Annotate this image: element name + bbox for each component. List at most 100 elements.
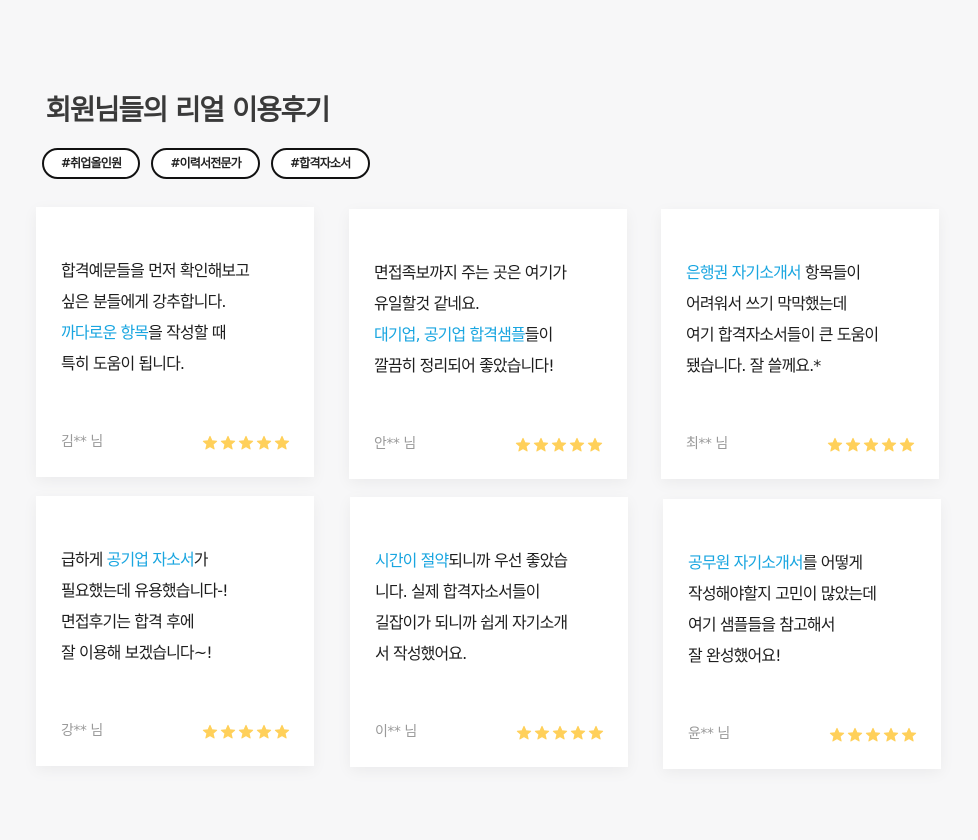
review-line: 대기업, 공기업 합격샘플들이 [374, 319, 616, 350]
star-rating [827, 437, 915, 453]
review-segment: 급하게 [61, 550, 107, 569]
review-line: 은행권 자기소개서 항목들이 [686, 257, 928, 288]
review-line: 작성해야할지 고민이 많았는데 [688, 578, 930, 609]
star-icon [588, 725, 604, 740]
review-highlight: 공무원 자기소개서 [688, 553, 804, 572]
star-icon [552, 725, 568, 740]
review-highlight: 대기업, 공기업 합격샘플 [374, 325, 526, 344]
review-author: 윤** 님 [688, 726, 730, 742]
review-segment: 잘 이용해 보겠습니다~! [61, 643, 213, 662]
star-rating [516, 725, 604, 741]
review-segment: 유일할것 같네요. [374, 294, 480, 313]
star-icon [827, 437, 843, 452]
review-line: 서 작성했어요. [375, 638, 617, 669]
review-line: 유일할것 같네요. [374, 288, 616, 319]
star-icon [274, 435, 290, 450]
star-icon [238, 724, 254, 739]
review-text: 은행권 자기소개서 항목들이 어려워서 쓰기 막막했는데 여기 합격자소서들이 큰 … [686, 257, 928, 381]
review-text: 시간이 절약되니까 우선 좋았습니다. 실제 합격자소서들이길잡이가 되니까 쉽… [375, 545, 617, 669]
review-line: 니다. 실제 합격자소서들이 [375, 576, 617, 607]
review-line: 합격예문들을 먼저 확인해보고 [61, 255, 303, 286]
star-icon [551, 437, 567, 452]
review-card: 시간이 절약되니까 우선 좋았습니다. 실제 합격자소서들이길잡이가 되니까 쉽… [350, 497, 628, 767]
review-segment: 깔끔히 정리되어 좋았습니다! [374, 356, 555, 375]
review-text: 공무원 자기소개서를 어떻게 작성해야할지 고민이 많았는데여기 샘플들을 참고해… [688, 547, 930, 671]
review-segment: 여기 샘플들을 참고해서 [688, 615, 835, 634]
star-icon [865, 727, 881, 742]
review-text: 합격예문들을 먼저 확인해보고싶은 분들에게 강추합니다. 까다로운 항목을 작성… [61, 255, 303, 379]
review-segment: 가 [193, 550, 209, 569]
star-icon [256, 724, 272, 739]
star-icon [533, 437, 549, 452]
review-line: 깔끔히 정리되어 좋았습니다! [374, 350, 616, 381]
review-line: 특히 도움이 됩니다. [61, 348, 303, 379]
review-segment: 됐습니다. 잘 쓸께요.* [686, 356, 821, 375]
star-icon [220, 435, 236, 450]
star-icon [829, 727, 845, 742]
review-line: 여기 합격자소서들이 큰 도움이 [686, 319, 928, 350]
review-segment: 항목들이 [800, 263, 861, 282]
star-icon [587, 437, 603, 452]
star-icon [220, 724, 236, 739]
review-segment: 면접족보까지 주는 곳은 여기가 [374, 263, 567, 282]
review-line: 잘 이용해 보겠습니다~! [61, 637, 303, 668]
star-icon [274, 724, 290, 739]
review-card: 은행권 자기소개서 항목들이 어려워서 쓰기 막막했는데 여기 합격자소서들이 큰 … [661, 209, 939, 479]
review-card: 급하게 공기업 자소서가 필요했는데 유용했습니다-! 면접후기는 합격 후에 잘 이… [36, 496, 314, 766]
star-icon [256, 435, 272, 450]
star-icon [569, 437, 585, 452]
review-highlight: 공기업 자소서 [106, 550, 195, 569]
star-icon [202, 435, 218, 450]
star-icon [534, 725, 550, 740]
review-line: 길잡이가 되니까 쉽게 자기소개 [375, 607, 617, 638]
review-segment: 니다. 실제 합격자소서들이 [375, 582, 540, 601]
review-author: 안** 님 [374, 436, 416, 452]
review-line: 급하게 공기업 자소서가 [61, 544, 303, 575]
review-segment: 특히 도움이 됩니다. [61, 354, 185, 373]
review-line: 잘 완성했어요! [688, 640, 930, 671]
tag-list: #취업올인원 #이력서전문가 #합격자소서 [42, 148, 370, 179]
review-author: 강** 님 [61, 723, 103, 739]
tag-chip[interactable]: #이력서전문가 [151, 148, 261, 179]
review-line: 어려워서 쓰기 막막했는데 [686, 288, 928, 319]
star-icon [883, 727, 899, 742]
review-card: 면접족보까지 주는 곳은 여기가유일할것 같네요. 대기업, 공기업 합격샘플들이… [349, 209, 627, 479]
review-highlight: 시간이 절약 [375, 551, 449, 570]
review-line: 싶은 분들에게 강추합니다. [61, 286, 303, 317]
star-icon [901, 727, 917, 742]
review-highlight: 은행권 자기소개서 [686, 263, 802, 282]
review-text: 급하게 공기업 자소서가 필요했는데 유용했습니다-! 면접후기는 합격 후에 잘 이… [61, 544, 303, 668]
review-line: 까다로운 항목을 작성할 때 [61, 317, 303, 348]
review-segment: 서 작성했어요. [375, 644, 467, 663]
tag-chip[interactable]: #취업올인원 [42, 148, 141, 179]
tag-chip[interactable]: #합격자소서 [271, 148, 370, 179]
review-line: 면접후기는 합격 후에 [61, 606, 303, 637]
review-line: 여기 샘플들을 참고해서 [688, 609, 930, 640]
review-line: 필요했는데 유용했습니다-! [61, 575, 303, 606]
star-rating [829, 727, 917, 743]
star-rating [202, 435, 290, 451]
review-segment: 길잡이가 되니까 쉽게 자기소개 [375, 613, 568, 632]
star-icon [202, 724, 218, 739]
review-segment: 을 작성할 때 [148, 323, 226, 342]
review-line: 공무원 자기소개서를 어떻게 [688, 547, 930, 578]
review-text: 면접족보까지 주는 곳은 여기가유일할것 같네요. 대기업, 공기업 합격샘플들이… [374, 257, 616, 381]
review-line: 면접족보까지 주는 곳은 여기가 [374, 257, 616, 288]
review-card: 공무원 자기소개서를 어떻게 작성해야할지 고민이 많았는데여기 샘플들을 참고해… [663, 499, 941, 769]
star-icon [899, 437, 915, 452]
star-icon [516, 725, 532, 740]
review-segment: 면접후기는 합격 후에 [61, 612, 195, 631]
review-line: 시간이 절약되니까 우선 좋았습 [375, 545, 617, 576]
review-segment: 들이 [524, 325, 554, 344]
star-icon [570, 725, 586, 740]
review-author: 최** 님 [686, 436, 728, 452]
star-rating [515, 437, 603, 453]
star-icon [847, 727, 863, 742]
page-title: 회원님들의 리얼 이용후기 [46, 93, 331, 126]
review-author: 김** 님 [61, 434, 103, 450]
star-icon [515, 437, 531, 452]
star-icon [238, 435, 254, 450]
review-line: 됐습니다. 잘 쓸께요.* [686, 350, 928, 381]
star-rating [202, 724, 290, 740]
review-segment: 합격예문들을 먼저 확인해보고 [61, 261, 250, 280]
